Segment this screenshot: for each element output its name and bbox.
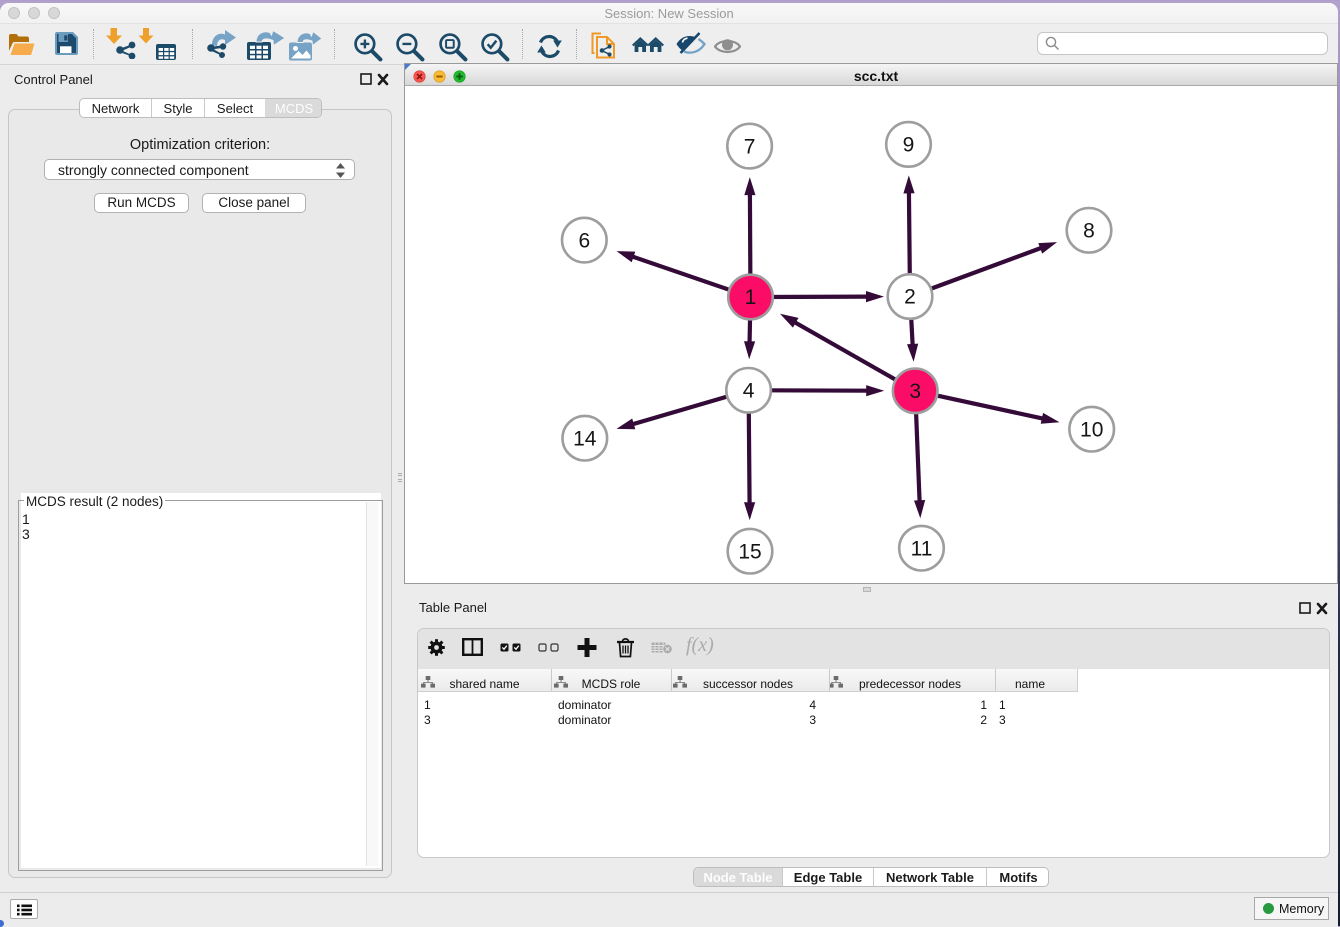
svg-text:6: 6 (578, 229, 590, 252)
svg-text:14: 14 (573, 427, 597, 450)
svg-text:2: 2 (904, 286, 916, 309)
svg-text:11: 11 (911, 537, 933, 560)
svg-text:3: 3 (909, 380, 921, 403)
svg-text:15: 15 (738, 540, 761, 563)
svg-text:4: 4 (743, 380, 755, 403)
svg-text:9: 9 (903, 134, 915, 157)
svg-text:1: 1 (745, 286, 757, 309)
svg-text:8: 8 (1083, 220, 1095, 243)
svg-text:7: 7 (744, 135, 756, 158)
svg-text:10: 10 (1080, 418, 1103, 441)
